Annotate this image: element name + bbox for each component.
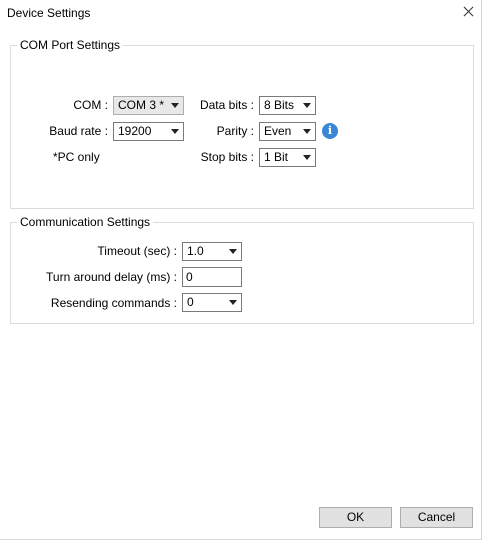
com-dropdown[interactable]: COM 3 * <box>113 96 184 115</box>
stop-bits-label: Stop bits : <box>200 150 254 164</box>
chevron-down-icon <box>171 129 179 134</box>
data-bits-label: Data bits : <box>199 98 254 112</box>
com-dropdown-value: COM 3 * <box>118 98 165 112</box>
com-port-settings-legend: COM Port Settings <box>17 38 124 53</box>
cancel-button[interactable]: Cancel <box>400 507 473 528</box>
ok-button[interactable]: OK <box>319 507 392 528</box>
resending-commands-dropdown[interactable]: 0 <box>182 293 242 312</box>
device-settings-dialog: Device Settings COM Port Settings COM : … <box>0 0 482 540</box>
stop-bits-dropdown-value: 1 Bit <box>264 150 289 164</box>
data-bits-dropdown[interactable]: 8 Bits <box>259 96 316 115</box>
parity-dropdown-value: Even <box>264 124 292 138</box>
close-icon[interactable] <box>458 2 480 22</box>
data-bits-dropdown-value: 8 Bits <box>264 98 295 112</box>
chevron-down-icon <box>303 155 311 160</box>
chevron-down-icon <box>303 129 311 134</box>
timeout-dropdown[interactable]: 1.0 <box>182 242 242 261</box>
baud-rate-dropdown[interactable]: 19200 <box>113 122 184 141</box>
parity-dropdown[interactable]: Even <box>259 122 316 141</box>
pc-only-note: *PC only <box>53 150 100 164</box>
chevron-down-icon <box>171 103 179 108</box>
chevron-down-icon <box>229 300 237 305</box>
communication-settings-legend: Communication Settings <box>17 215 154 230</box>
timeout-label: Timeout (sec) : <box>97 244 177 258</box>
resending-commands-dropdown-value: 0 <box>187 295 194 309</box>
resending-commands-label: Resending commands : <box>50 296 177 310</box>
timeout-dropdown-value: 1.0 <box>187 244 204 258</box>
stop-bits-dropdown[interactable]: 1 Bit <box>259 148 316 167</box>
info-icon[interactable]: i <box>322 123 338 139</box>
turnaround-delay-input[interactable]: 0 <box>182 267 242 287</box>
chevron-down-icon <box>303 103 311 108</box>
com-label: COM : <box>73 98 108 112</box>
chevron-down-icon <box>229 249 237 254</box>
turnaround-delay-label: Turn around delay (ms) : <box>46 270 177 284</box>
baud-rate-label: Baud rate : <box>49 124 108 138</box>
window-title: Device Settings <box>7 6 91 20</box>
parity-label: Parity : <box>216 124 254 138</box>
baud-rate-dropdown-value: 19200 <box>118 124 152 138</box>
